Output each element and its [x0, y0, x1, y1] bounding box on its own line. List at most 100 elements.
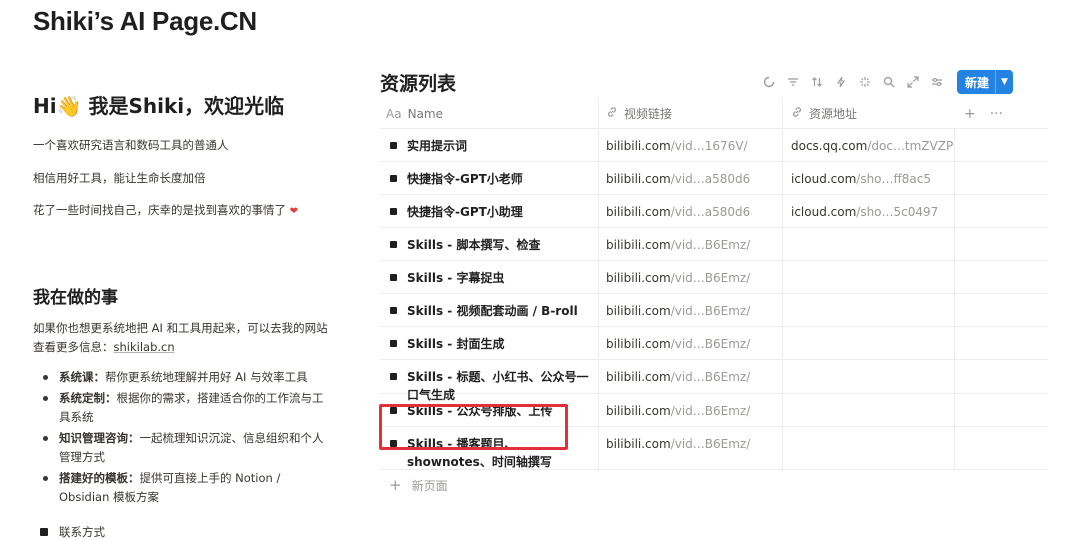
add-property-icon[interactable]: + [964, 106, 976, 122]
website-link[interactable]: shikilab.cn [114, 340, 175, 354]
column-header-resource[interactable]: 资源地址 [782, 98, 954, 129]
table-row[interactable]: Skills - 封面生成 bilibili.com/vid…B6Emz/ [380, 327, 1048, 360]
row-title-cell[interactable]: 快捷指令-GPT小助理 [380, 195, 598, 227]
loading-icon[interactable] [757, 71, 781, 93]
resource-link-cell[interactable] [782, 327, 954, 359]
column-header-name[interactable]: Aa Name [380, 99, 598, 129]
row-title-cell[interactable]: Skills - 脚本撰写、检查 [380, 228, 598, 260]
resource-link-domain: icloud.com [791, 172, 857, 186]
row-title-cell[interactable]: Skills - 播客题目、shownotes、时间轴撰写 [380, 427, 598, 469]
hero-heading: Hi👋 我是Shiki，欢迎光临 [33, 94, 285, 118]
database-title[interactable]: 资源列表 [380, 69, 456, 96]
chevron-down-icon[interactable]: ▼ [995, 70, 1013, 94]
video-link-domain: bilibili.com [606, 271, 671, 285]
expand-icon[interactable] [901, 71, 925, 93]
list-item: 系统定制：根据你的需求，搭建适合你的工作流与工具系统 [41, 389, 333, 427]
list-item: 系统课：帮你更系统地理解并用好 AI 与效率工具 [41, 368, 333, 387]
new-page-label: 新页面 [411, 478, 448, 493]
video-link-path: /vid…B6Emz/ [670, 337, 751, 351]
table-row[interactable]: Skills - 公众号排版、上传 bilibili.com/vid…B6Emz/ [380, 394, 1048, 427]
row-title: 实用提示词 [407, 139, 468, 153]
heart-icon: ❤ [289, 206, 299, 217]
video-link-domain: bilibili.com [606, 404, 671, 418]
automation-icon[interactable] [829, 71, 853, 93]
resource-link-path: /sho…ff8ac5 [856, 172, 932, 186]
video-link-path: /vid…1676V/ [670, 139, 748, 153]
video-link-cell[interactable]: bilibili.com/vid…B6Emz/ [598, 228, 782, 260]
table-row[interactable]: Skills - 播客题目、shownotes、时间轴撰写 bilibili.co… [380, 427, 1048, 470]
table-row[interactable]: 快捷指令-GPT小助理 bilibili.com/vid…a580d6 icloud… [380, 195, 1048, 228]
column-header-video[interactable]: 视频链接 [598, 98, 782, 129]
new-button[interactable]: 新建 ▼ [957, 70, 1014, 94]
video-link-path: /vid…B6Emz/ [670, 271, 751, 285]
page-icon [390, 241, 397, 248]
new-page-button[interactable]: + 新页面 [380, 470, 1048, 500]
resource-link-cell[interactable] [782, 427, 954, 469]
row-title: 快捷指令-GPT小助理 [407, 205, 523, 219]
video-link-cell[interactable]: bilibili.com/vid…B6Emz/ [598, 327, 782, 359]
table-row[interactable]: Skills - 字幕捉虫 bilibili.com/vid…B6Emz/ [380, 261, 1048, 294]
table-row[interactable]: Skills - 视频配套动画 / B-roll bilibili.com/vid… [380, 294, 1048, 327]
video-link-path: /vid…B6Emz/ [670, 238, 751, 252]
video-link-path: /vid…B6Emz/ [670, 304, 751, 318]
row-title-cell[interactable]: Skills - 字幕捉虫 [380, 261, 598, 293]
section-intro-text: 如果你也想更系统地把 AI 和工具用起来，可以去我的网站查看更多信息： [33, 321, 328, 354]
video-link-cell[interactable]: bilibili.com/vid…B6Emz/ [598, 394, 782, 426]
empty-cell [954, 162, 1048, 194]
sparkle-icon[interactable] [853, 71, 877, 93]
row-title-cell[interactable]: Skills - 视频配套动画 / B-roll [380, 294, 598, 326]
resource-link-cell[interactable] [782, 228, 954, 260]
row-title: Skills - 脚本撰写、检查 [407, 238, 541, 252]
empty-cell [954, 427, 1048, 469]
service-label: 搭建好的模板： [59, 471, 140, 485]
video-link-cell[interactable]: bilibili.com/vid…a580d6 [598, 162, 782, 194]
row-title-cell[interactable]: Skills - 公众号排版、上传 [380, 394, 598, 426]
resource-link-cell[interactable] [782, 261, 954, 293]
page-icon [40, 528, 48, 536]
video-link-cell[interactable]: bilibili.com/vid…a580d6 [598, 195, 782, 227]
resource-link-cell[interactable] [782, 360, 954, 393]
resource-link-cell[interactable]: icloud.com/sho…ff8ac5 [782, 162, 954, 194]
video-link-cell[interactable]: bilibili.com/vid…1676V/ [598, 129, 782, 161]
intro-line-1: 一个喜欢研究语言和数码工具的普通人 [33, 138, 229, 152]
video-link-cell[interactable]: bilibili.com/vid…B6Emz/ [598, 360, 782, 393]
page-icon [390, 373, 397, 380]
resource-table: Aa Name 视频链接 资源地址 + ··· 实用提示词 bilibili.co… [380, 98, 1048, 500]
resource-link-cell[interactable] [782, 294, 954, 326]
page-icon [390, 142, 397, 149]
resource-link-cell[interactable]: docs.qq.com/doc…tmZVZP [782, 129, 954, 161]
services-list: 系统课：帮你更系统地理解并用好 AI 与效率工具 系统定制：根据你的需求，搭建适… [41, 368, 333, 509]
table-row[interactable]: 实用提示词 bilibili.com/vid…1676V/docs.qq.com /… [380, 129, 1048, 162]
table-row[interactable]: 快捷指令-GPT小老师 bilibili.com/vid…a580d6 icloud… [380, 162, 1048, 195]
search-icon[interactable] [877, 71, 901, 93]
sort-icon[interactable] [805, 71, 829, 93]
row-title-cell[interactable]: Skills - 封面生成 [380, 327, 598, 359]
filter-icon[interactable] [781, 71, 805, 93]
row-title-cell[interactable]: Skills - 标题、小红书、公众号一口气生成 [380, 360, 598, 402]
video-link-cell[interactable]: bilibili.com/vid…B6Emz/ [598, 427, 782, 469]
service-label: 知识管理咨询： [59, 431, 140, 445]
resource-link-domain: docs.qq.com [791, 139, 868, 153]
table-row[interactable]: Skills - 标题、小红书、公众号一口气生成 bilibili.com/vid… [380, 360, 1048, 402]
settings-icon[interactable] [925, 71, 949, 93]
video-link-path: /vid…B6Emz/ [670, 404, 751, 418]
more-options-icon[interactable]: ··· [990, 106, 1003, 122]
resource-link-domain: icloud.com [791, 205, 857, 219]
video-link-cell[interactable]: bilibili.com/vid…B6Emz/ [598, 261, 782, 293]
video-link-path: /vid…B6Emz/ [670, 437, 751, 451]
video-link-cell[interactable]: bilibili.com/vid…B6Emz/ [598, 294, 782, 326]
resource-link-cell[interactable] [782, 394, 954, 426]
page-icon [390, 175, 397, 182]
new-button-label[interactable]: 新建 [957, 70, 995, 94]
table-row[interactable]: Skills - 脚本撰写、检查 bilibili.com/vid…B6Emz/ [380, 228, 1048, 261]
contact-page-link[interactable]: 联系方式 [40, 524, 105, 540]
resource-link-cell[interactable]: icloud.com/sho…5c0497 [782, 195, 954, 227]
intro-line-3-text: 花了一些时间找自己，庆幸的是找到喜欢的事情了 [33, 203, 286, 217]
service-label: 系统定制： [59, 391, 117, 405]
row-title: Skills - 公众号排版、上传 [407, 404, 553, 418]
video-link-domain: bilibili.com [606, 370, 671, 384]
row-title-cell[interactable]: 实用提示词 [380, 129, 598, 161]
page-icon [390, 307, 397, 314]
row-title-cell[interactable]: 快捷指令-GPT小老师 [380, 162, 598, 194]
plus-icon: + [389, 476, 402, 494]
